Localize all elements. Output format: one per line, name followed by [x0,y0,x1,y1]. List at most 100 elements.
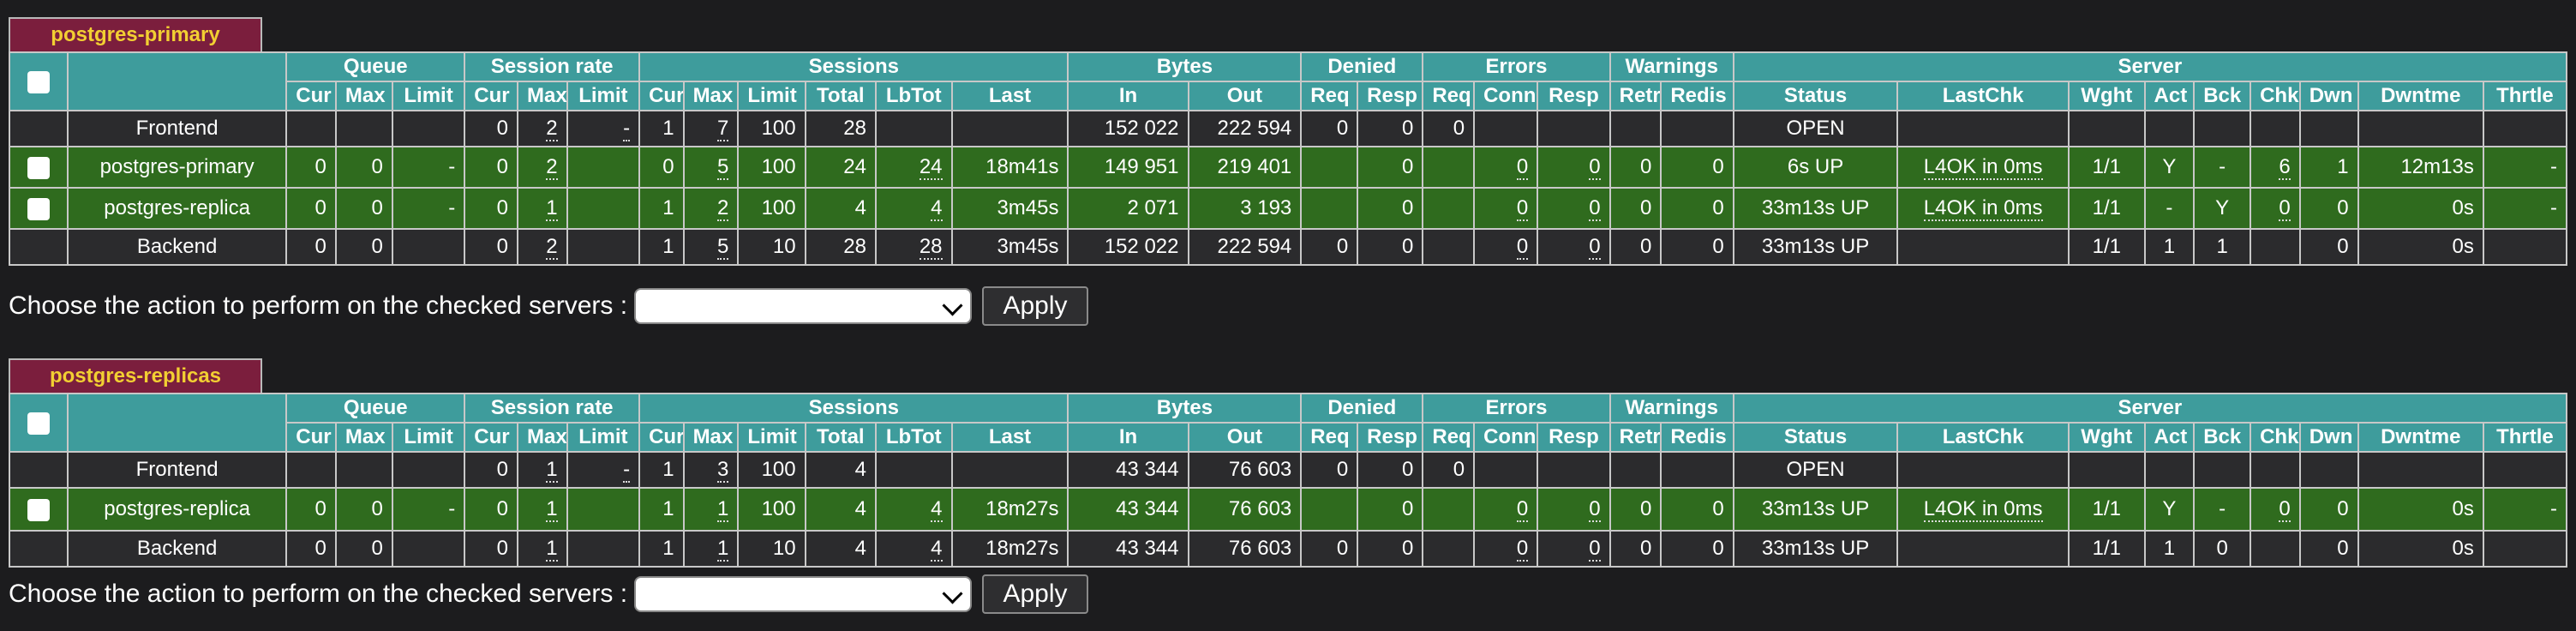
value: 1 [546,196,558,221]
header-group-row: Queue Session rate Sessions Bytes Denied Erro… [9,51,2568,111]
proxy-title[interactable]: postgres-primary [9,17,262,51]
column-header-lastchk: LastChk [1896,422,2070,453]
value: 0 [1402,196,1414,219]
cell-in: 152 022 [1067,228,1189,266]
cell-limit [566,146,641,189]
cell-cur: 1 [638,487,685,532]
cell-bck: - [2193,487,2252,532]
value: 1/1 [2092,235,2121,258]
value: 1/1 [2092,155,2121,178]
value: L4OK in 0ms [1923,497,2043,522]
value: 0 [1589,497,1601,522]
value: 0 [1402,458,1414,481]
checkbox-box[interactable] [27,197,50,220]
checkbox-box[interactable] [27,498,50,521]
cell-resp: 0 [1537,530,1611,568]
column-header-req: Req [1422,422,1476,453]
cell-cur: 0 [464,110,519,147]
cell-bck: 1 [2193,228,2252,266]
cell-last: 3m45s [950,228,1069,266]
value: 0 [315,235,326,258]
apply-button[interactable]: Apply [982,286,1088,326]
cell-last: 3m45s [950,187,1069,230]
cell-act: - [2143,187,2196,230]
cell-bck [2193,110,2252,147]
value: 43 344 [1116,497,1179,520]
value: - [623,458,631,483]
checkbox-box[interactable] [27,156,50,179]
cell-out: 76 603 [1187,487,1303,532]
cell-in: 152 022 [1067,110,1189,147]
checkbox-box[interactable] [27,412,50,435]
cell-wght [2068,110,2146,147]
column-header-out: Out [1187,422,1303,453]
cell-resp: 0 [1357,451,1424,489]
cell-max: 7 [682,110,740,147]
value: - [2550,497,2557,520]
cell-limit [391,451,466,489]
server-select-checkbox[interactable] [9,146,69,189]
cell-act: Y [2143,146,2196,189]
value: 0 [1402,117,1414,140]
cell-chk: 0 [2250,187,2301,230]
cell-cur: 1 [638,187,685,230]
apply-button[interactable]: Apply [982,574,1088,614]
value: 7 [717,117,729,141]
value: 149 951 [1104,155,1179,178]
cell-status: 6s UP [1732,146,1899,189]
proxy-title[interactable]: postgres-replicas [9,358,262,393]
value: 2 [717,196,729,221]
column-header-cur: Cur [285,422,337,453]
column-header-in: In [1067,422,1189,453]
value: 0 [1712,196,1724,219]
value: 33m13s UP [1761,235,1870,258]
column-header-limit: Limit [566,81,641,111]
cell-act: Y [2143,487,2196,532]
cell-req: 0 [1422,451,1476,489]
value: 1 [546,537,558,562]
group-header-queue: Queue [285,51,466,82]
cell-cur [285,110,337,147]
value: 28 [919,235,943,260]
value: 0 [1402,497,1414,520]
cell-cur: 0 [285,487,337,532]
server-select-checkbox[interactable] [9,187,69,230]
server-select-checkbox[interactable] [9,487,69,532]
action-select[interactable] [634,288,972,324]
value: 0 [371,235,383,258]
cell-last: 18m27s [950,530,1069,568]
value: 0 [496,155,509,178]
select-all-checkbox[interactable] [9,51,69,111]
value: - [448,155,456,178]
action-select[interactable] [634,576,972,612]
cell-cur: 1 [638,451,685,489]
cell-req [1422,487,1476,532]
cell-bck: 0 [2193,530,2252,568]
group-header-queue: Queue [285,393,466,424]
cell-max [334,110,393,147]
column-header-req: Req [1422,81,1476,111]
cell-in: 43 344 [1067,530,1189,568]
column-header-out: Out [1187,81,1303,111]
cell-limit [566,228,641,266]
cell-lbtot: 4 [874,530,953,568]
cell-chk: 6 [2250,146,2301,189]
value: 0 [1712,497,1724,520]
select-all-checkbox[interactable] [9,393,69,453]
group-header-session-rate: Session rate [464,393,641,424]
cell-limit: 100 [737,451,806,489]
cell-resp: 0 [1537,228,1611,266]
column-header-cur: Cur [464,422,519,453]
checkbox-box[interactable] [27,70,50,93]
cell-req: 0 [1300,451,1359,489]
cell-req: 0 [1300,110,1359,147]
cell-conn: 0 [1473,530,1539,568]
cell-name: postgres-replica [66,487,288,532]
value: 0 [1712,537,1724,560]
value: Frontend [135,458,219,481]
cell-max: 1 [682,487,740,532]
cell-out: 222 594 [1187,228,1303,266]
value: 0 [315,537,326,560]
value: - [623,117,631,141]
cell-limit [391,110,466,147]
